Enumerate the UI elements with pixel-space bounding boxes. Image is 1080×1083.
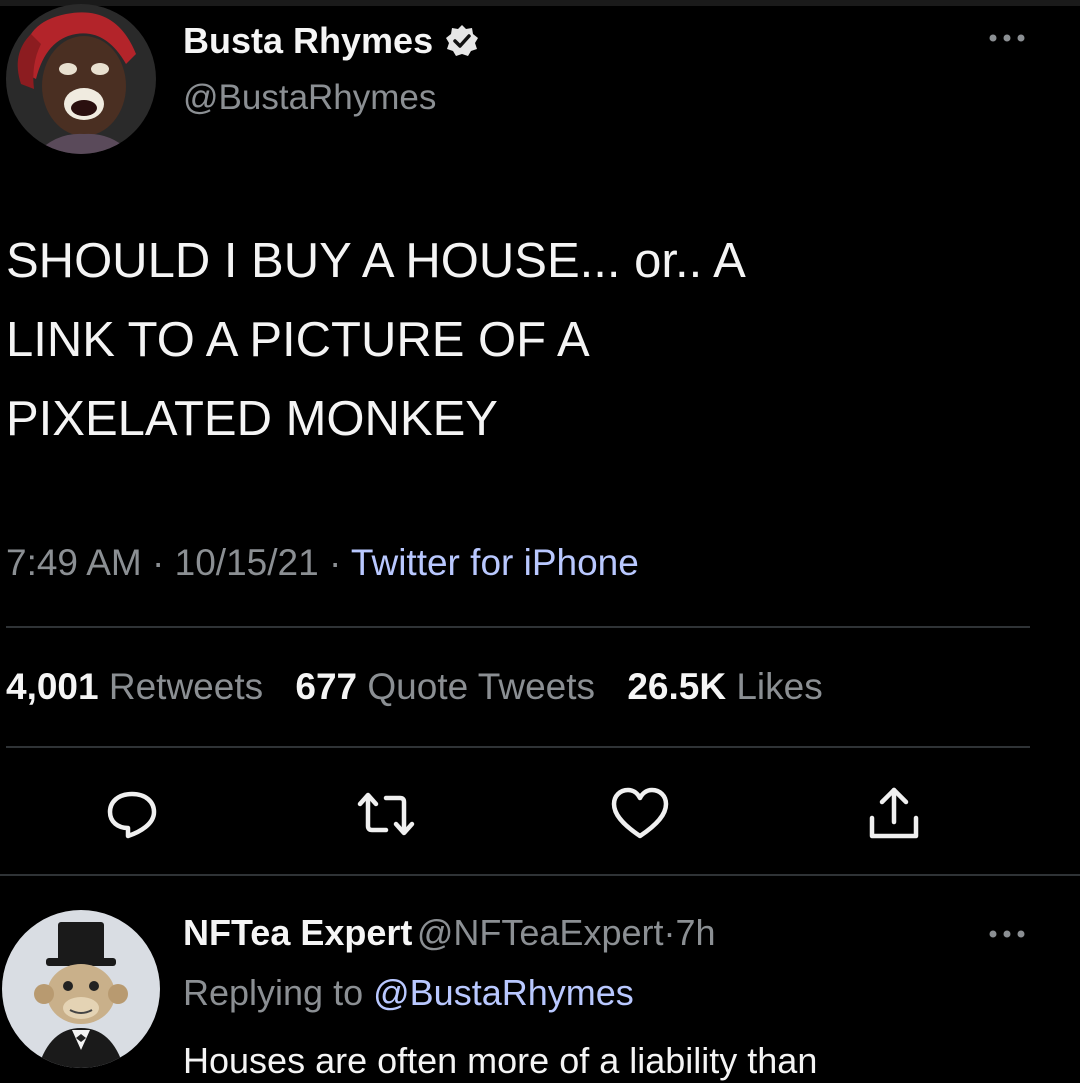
tweet-stats: 4,001 Retweets 677 Quote Tweets 26.5K Li… [6, 666, 845, 708]
share-upload-icon[interactable] [862, 782, 926, 846]
author-avatar[interactable] [6, 4, 156, 154]
comment-bubble-icon[interactable] [100, 782, 164, 846]
reply-handle[interactable]: @NFTeaExpert [417, 912, 664, 953]
tweet-text-line: LINK TO A PICTURE OF A [6, 313, 590, 367]
reply-display-name[interactable]: NFTea Expert [183, 912, 412, 953]
quote-tweets-count: 677 [295, 666, 358, 707]
tweet-source[interactable]: Twitter for iPhone [351, 542, 639, 583]
likes-stat[interactable]: 26.5K Likes [627, 666, 822, 707]
quote-tweets-stat[interactable]: 677 Quote Tweets [295, 666, 605, 707]
reply-header: NFTea Expert @NFTeaExpert·7h [183, 912, 716, 954]
likes-label: Likes [736, 666, 823, 707]
tweet-text-line: PIXELATED MONKEY [6, 392, 498, 446]
retweets-label: Retweets [108, 666, 264, 707]
more-dots-icon[interactable] [985, 22, 1029, 56]
author-handle[interactable]: @BustaRhymes [183, 78, 436, 118]
divider [6, 746, 1030, 748]
author-avatar-image [6, 4, 156, 154]
tweet-meta: 7:49 AM · 10/15/21 · Twitter for iPhone [6, 542, 639, 584]
cartoon-ape-avatar [2, 910, 160, 1068]
quote-tweets-label: Quote Tweets [367, 666, 596, 707]
meta-separator: · [152, 542, 165, 583]
divider [0, 874, 1080, 876]
heart-icon[interactable] [608, 782, 672, 846]
author-display-name[interactable]: Busta Rhymes [183, 20, 433, 61]
likes-count: 26.5K [627, 666, 727, 707]
tweet-date[interactable]: 10/15/21 [175, 542, 319, 583]
replying-to-label: Replying to [183, 972, 364, 1013]
tweet-text: SHOULD I BUY A HOUSE... or.. A LINK TO A… [6, 222, 1066, 459]
retweet-arrows-icon[interactable] [354, 782, 418, 846]
retweets-stat[interactable]: 4,001 Retweets [6, 666, 273, 707]
author-name-row: Busta Rhymes [183, 20, 480, 62]
verified-badge-icon [444, 23, 480, 59]
meta-separator: · [328, 542, 342, 583]
more-dots-icon[interactable] [985, 918, 1029, 952]
replying-to: Replying to @BustaRhymes [183, 972, 634, 1014]
top-edge-strip [0, 0, 1080, 6]
reply-author-avatar[interactable] [2, 910, 160, 1068]
replying-to-handle[interactable]: @BustaRhymes [373, 972, 634, 1013]
reply-time[interactable]: 7h [675, 912, 715, 953]
reply-text: Houses are often more of a liability tha… [183, 1040, 818, 1081]
reply-separator: · [663, 912, 676, 953]
tweet-time[interactable]: 7:49 AM [6, 542, 142, 583]
tweet-text-line: SHOULD I BUY A HOUSE... or.. A [6, 234, 746, 288]
divider [6, 626, 1030, 628]
retweets-count: 4,001 [6, 666, 99, 707]
